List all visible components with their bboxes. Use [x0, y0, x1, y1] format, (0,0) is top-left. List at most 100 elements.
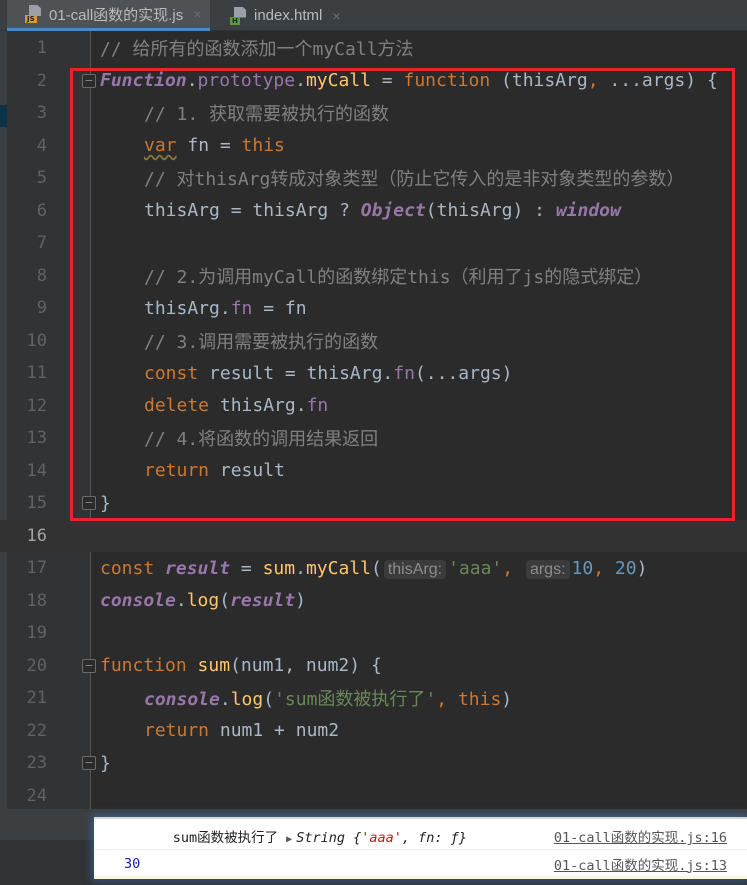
token-keyword: return: [144, 720, 210, 742]
token-property: fn: [393, 362, 415, 384]
line-number: 15: [26, 493, 47, 514]
token-comma: ,: [436, 689, 458, 711]
token-comma: ,: [587, 70, 599, 92]
token-params: (num1, num2) {: [230, 655, 382, 677]
token-text: fn =: [176, 135, 242, 157]
token-keyword: const: [144, 362, 199, 384]
token-text: result: [209, 460, 285, 482]
token-text: (...args): [414, 362, 513, 384]
line-number: 19: [26, 623, 47, 644]
code-line-14: 14 return result: [0, 455, 747, 488]
token-text: num1 + num2: [209, 720, 340, 742]
token-mycall: myCall: [305, 557, 371, 579]
token-sum: sum: [262, 557, 296, 579]
line-number: 10: [26, 330, 47, 351]
token-keyword: const: [100, 557, 155, 579]
line-number: 14: [26, 460, 47, 481]
token-dot: .: [295, 557, 306, 579]
token-number: 20: [614, 557, 637, 579]
code-line-9: 9 thisArg.fn = fn: [0, 292, 747, 325]
line-number: 1: [36, 38, 47, 59]
line-number: 5: [36, 168, 47, 189]
tab-call-js[interactable]: JS 01-call函数的实现.js ×: [7, 0, 210, 31]
obj-suffix: , fn: ƒ}: [401, 830, 467, 846]
token-brace: }: [100, 492, 111, 514]
token-number: 10: [571, 557, 594, 579]
token-result-var: result: [165, 557, 231, 579]
token-paren: ): [501, 689, 513, 711]
param-hint-args: args:: [525, 559, 570, 579]
token-prototype: prototype: [197, 70, 296, 92]
console-object-preview[interactable]: String {'aaa', fn: ƒ}: [296, 830, 467, 846]
line-number: 13: [26, 428, 47, 449]
token-paren: ): [636, 557, 648, 579]
code-line-7: 7: [0, 227, 747, 260]
code-line-16-current: 16: [0, 519, 747, 552]
token-string: 'sum函数被执行了': [274, 689, 437, 711]
token-params: (thisArg: [490, 70, 588, 92]
line-number: 24: [26, 785, 47, 806]
code-line-3: 3 // 1. 获取需要被执行的函数: [0, 97, 747, 130]
code-line-12: 12 delete thisArg.fn: [0, 390, 747, 423]
token-text: result = thisArg.: [198, 362, 394, 384]
console-source-link[interactable]: 01-call函数的实现.js:13: [554, 854, 727, 874]
token-keyword: var: [144, 135, 177, 157]
line-number: 22: [26, 720, 47, 741]
console-prompt-strip: [94, 876, 747, 879]
line-number: 12: [26, 395, 47, 416]
token-text: = fn: [252, 297, 307, 319]
line-number: 17: [26, 558, 47, 579]
line-number: 2: [36, 70, 47, 91]
comment: // 3.调用需要被执行的函数: [144, 331, 379, 353]
token-this: this: [241, 135, 285, 157]
close-icon[interactable]: ×: [332, 8, 340, 24]
token-paren: (: [219, 590, 231, 612]
token-console: console: [144, 689, 220, 711]
line-number: 11: [26, 363, 47, 384]
token-brace: }: [100, 752, 111, 774]
fold-end-icon[interactable]: −: [82, 496, 96, 510]
code-line-18: 18 console.log(result): [0, 585, 747, 618]
fold-collapse-icon[interactable]: −: [82, 74, 96, 88]
expand-triangle-icon[interactable]: ▶: [286, 834, 292, 845]
code-line-8: 8 // 2.为调用myCall的函数绑定this（利用了js的隐式绑定）: [0, 260, 747, 293]
console-source-link[interactable]: 01-call函数的实现.js:16: [554, 826, 727, 846]
code-line-20: 20 function sum(num1, num2) {: [0, 650, 747, 683]
obj-prefix: String {: [296, 830, 362, 846]
comment: // 对thisArg转成对象类型（防止它传入的是非对象类型的参数）: [144, 169, 685, 191]
code-line-13: 13 // 4.将函数的调用结果返回: [0, 422, 747, 455]
token-object: Object: [360, 200, 426, 222]
line-number: 6: [36, 200, 47, 221]
obj-string: 'aaa': [361, 830, 402, 846]
token-op: =: [370, 70, 404, 92]
token-keyword: delete: [144, 395, 210, 417]
line-number: 20: [26, 655, 47, 676]
token-dot: .: [295, 70, 306, 92]
tab-index-html[interactable]: H index.html ×: [212, 0, 352, 31]
code-line-2: 2 Function.prototype.myCall = function (…: [0, 65, 747, 98]
close-icon[interactable]: ×: [193, 6, 201, 22]
code-line-15: 15 }: [0, 487, 747, 520]
html-file-icon: H: [230, 6, 248, 25]
token-comma: ,: [593, 557, 615, 579]
line-number: 23: [26, 753, 47, 774]
token-window: window: [555, 200, 621, 222]
token-dot: .: [175, 590, 187, 612]
line-number: 7: [36, 233, 47, 254]
comment: // 给所有的函数添加一个myCall方法: [100, 39, 414, 61]
line-number: 9: [36, 298, 47, 319]
token-text: (thisArg) :: [425, 200, 556, 222]
token-paren: ): [295, 590, 306, 612]
comment: // 1. 获取需要被执行的函数: [144, 104, 390, 126]
fold-collapse-icon[interactable]: −: [82, 659, 96, 673]
code-line-24: 24: [0, 780, 747, 813]
token-keyword: function: [403, 70, 491, 92]
editor-tab-bar: JS 01-call函数的实现.js × H index.html ×: [0, 0, 747, 31]
token-paren: (: [370, 557, 382, 579]
token-property: fn: [230, 297, 253, 319]
console-number-value: 30: [124, 855, 141, 872]
fold-end-icon[interactable]: −: [82, 756, 96, 770]
tab-label: index.html: [254, 7, 323, 24]
code-line-10: 10 // 3.调用需要被执行的函数: [0, 325, 747, 358]
token-property: fn: [306, 395, 329, 417]
